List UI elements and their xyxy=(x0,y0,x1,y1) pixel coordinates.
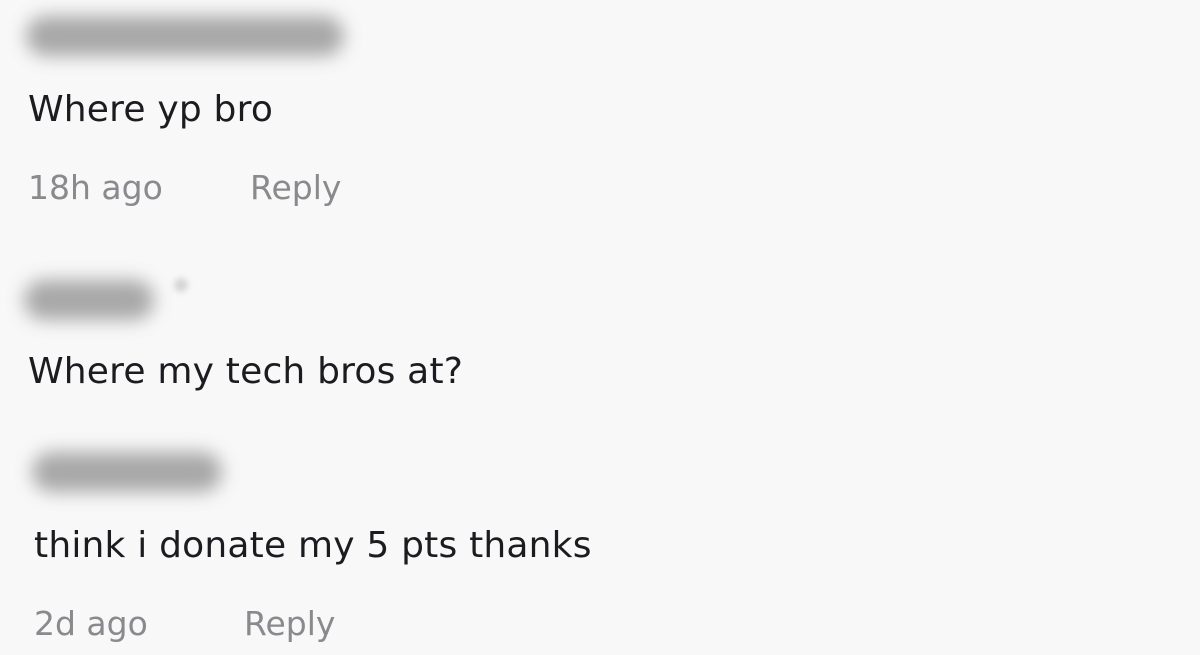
verified-badge-icon xyxy=(174,278,188,292)
reply-button[interactable]: Reply xyxy=(250,168,341,208)
blurred-username[interactable] xyxy=(24,280,154,320)
comment-timestamp: 18h ago xyxy=(28,168,163,207)
comment-text: Where yp bro xyxy=(28,89,274,130)
comment-list: Where yp bro 18h ago Reply Where my tech… xyxy=(0,0,1200,655)
comment-text: think i donate my 5 pts thanks xyxy=(34,525,592,566)
blurred-username[interactable] xyxy=(26,16,344,56)
comment-timestamp: 2d ago xyxy=(34,604,148,643)
reply-button[interactable]: Reply xyxy=(244,604,335,644)
blurred-username[interactable] xyxy=(32,452,222,492)
comment-text: Where my tech bros at? xyxy=(28,351,464,392)
